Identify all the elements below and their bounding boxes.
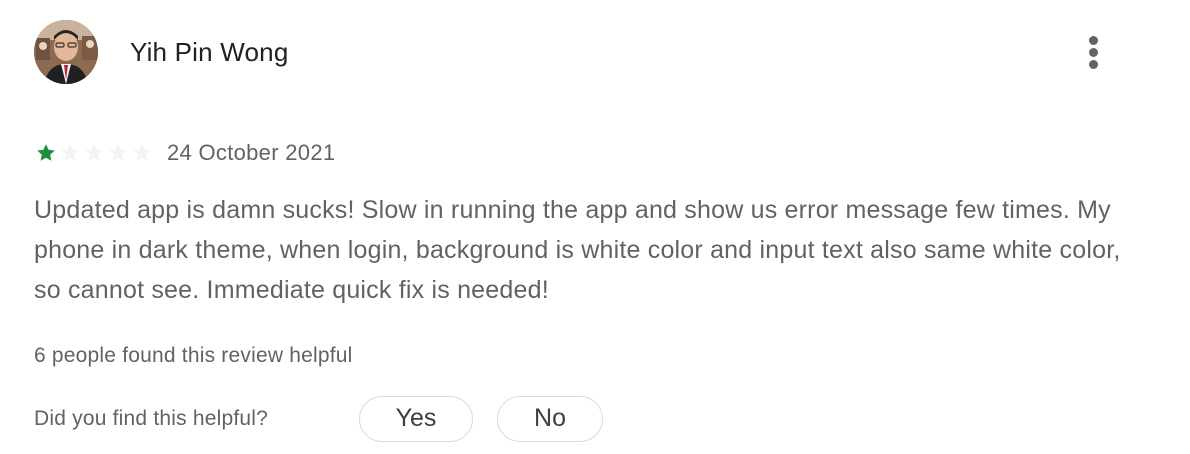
star-empty-icon: [85, 144, 103, 161]
helpful-count: 6 people found this review helpful: [34, 344, 353, 367]
reviewer-avatar-photo: [34, 20, 98, 84]
star-empty-icon: [109, 144, 127, 161]
yes-button[interactable]: Yes: [359, 396, 473, 442]
reviewer-name: Yih Pin Wong: [130, 37, 289, 67]
rating-row: 24 October 2021: [34, 138, 335, 168]
helpful-question: Did you find this helpful?: [34, 407, 269, 430]
review-card: Yih Pin Wong 24 October 2021 Updated app…: [0, 0, 1190, 454]
review-date: 24 October 2021: [167, 140, 336, 165]
more-options-button[interactable]: [1074, 30, 1114, 74]
star-empty-icon: [133, 144, 151, 161]
reviewer-avatar[interactable]: [34, 20, 98, 84]
star-filled-icon: [37, 144, 55, 161]
star-rating: [34, 141, 154, 165]
review-text: Updated app is damn sucks! Slow in runni…: [34, 196, 1121, 304]
no-button[interactable]: No: [497, 396, 603, 442]
star-empty-icon: [61, 144, 79, 161]
